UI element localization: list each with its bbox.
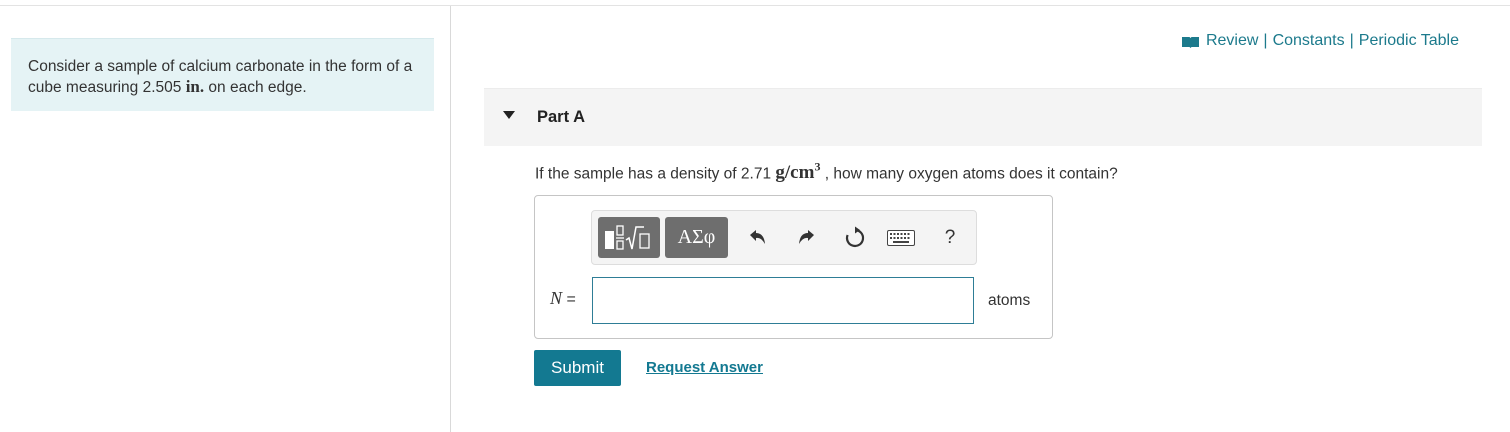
column-divider [450, 6, 451, 432]
link-separator: | [1263, 32, 1268, 49]
units-label: atoms [988, 292, 1031, 309]
link-separator: | [1349, 32, 1354, 49]
variable-symbol: N [550, 288, 563, 308]
request-answer-link[interactable]: Request Answer [646, 359, 763, 376]
help-icon[interactable]: ? [936, 224, 964, 252]
undo-icon[interactable] [744, 224, 772, 252]
constants-link[interactable]: Constants [1273, 32, 1345, 50]
review-link[interactable]: Review [1206, 32, 1258, 50]
book-icon [1181, 35, 1199, 48]
periodic-table-link[interactable]: Periodic Table [1359, 32, 1459, 50]
problem-statement: Consider a sample of calcium carbonate i… [11, 38, 434, 111]
resource-links: Review | Constants | Periodic Table [1181, 32, 1459, 50]
redo-icon[interactable] [792, 224, 820, 252]
question-text: If the sample has a density of 2.71 g/cm… [535, 160, 1118, 184]
density-unit: g/cm3 [775, 160, 820, 184]
part-title: Part A [537, 108, 585, 126]
answer-input[interactable] [592, 277, 974, 324]
variable-label: N = [550, 288, 576, 309]
part-header: Part A [484, 88, 1482, 146]
keyboard-icon[interactable] [887, 224, 915, 252]
problem-unit: in. [185, 77, 205, 96]
equals-sign: = [566, 291, 576, 308]
problem-text-end: on each edge. [204, 79, 307, 96]
math-toolbar: ΑΣφ ? [591, 210, 977, 265]
question-text-start: If the sample has a density of 2.71 [535, 165, 776, 183]
answer-box: ΑΣφ ? N = atoms [534, 195, 1053, 339]
question-text-end: , how many oxygen atoms does it contain? [820, 165, 1118, 183]
fraction-sqrt-template-icon[interactable] [598, 217, 660, 258]
caret-down-icon[interactable] [503, 111, 515, 119]
submit-button[interactable]: Submit [534, 350, 621, 386]
greek-symbols-button[interactable]: ΑΣφ [665, 217, 728, 258]
top-border [0, 5, 1510, 6]
reset-icon[interactable] [841, 224, 869, 252]
density-unit-base: g/cm [775, 162, 815, 184]
